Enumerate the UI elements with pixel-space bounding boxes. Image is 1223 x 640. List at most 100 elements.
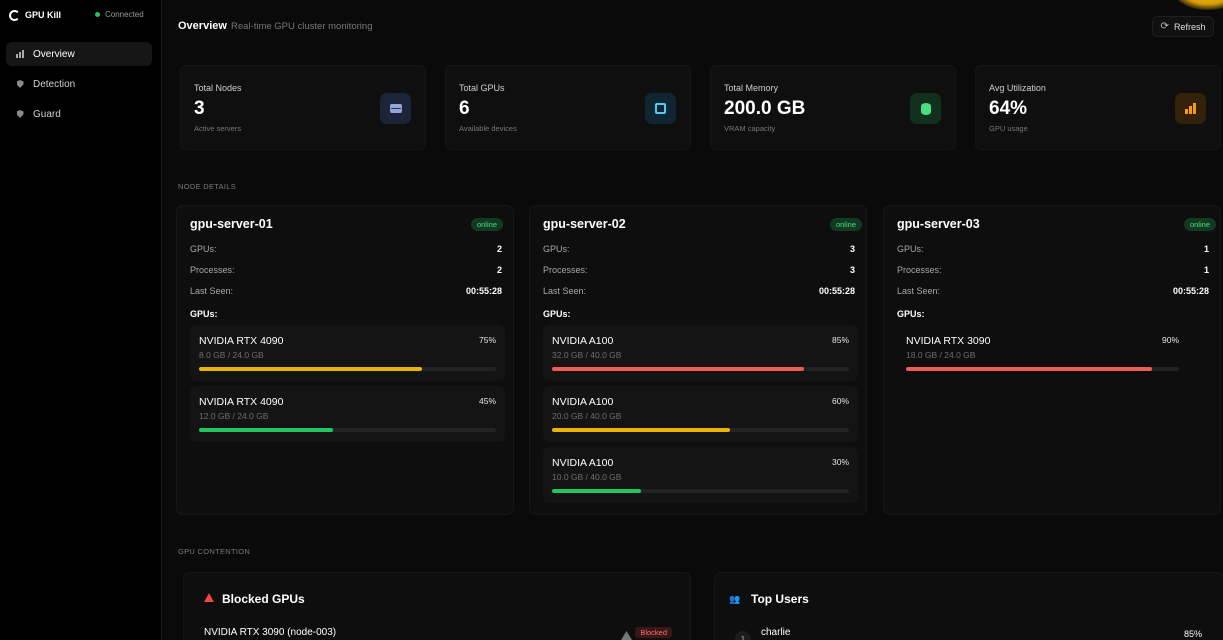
node-last-seen-row: Last Seen: 00:55:28 <box>543 286 855 298</box>
gpu-name: NVIDIA A100 <box>552 335 614 347</box>
utilization-bar-fill <box>552 428 731 432</box>
stat-label: Total Nodes <box>194 83 242 93</box>
block-icon <box>621 631 632 640</box>
gpus-heading: GPUs: <box>897 309 925 319</box>
stat-label: Avg Utilization <box>989 83 1046 93</box>
gpu-memory: 10.0 GB / 40.0 GB <box>552 472 622 482</box>
sidebar-item-label: Detection <box>33 78 76 90</box>
gpu-memory: 8.0 GB / 24.0 GB <box>199 350 264 360</box>
gpus-heading: GPUs: <box>543 309 571 319</box>
sidebar-nav: Overview Detection Guard <box>6 42 152 132</box>
top-users-panel: 👥 Top Users 1 charlie 85% <box>714 572 1223 640</box>
utilization-bar <box>552 367 849 371</box>
kv-label: Last Seen: <box>190 286 234 296</box>
gpus-heading: GPUs: <box>190 309 218 319</box>
kv-label: Processes: <box>190 265 235 275</box>
utilization-bar <box>199 367 496 371</box>
user-rank: 1 <box>735 631 751 640</box>
kv-value: 00:55:28 <box>818 286 855 296</box>
shield-icon <box>16 110 24 118</box>
status-badge: online <box>470 218 503 231</box>
utilization-bar-fill <box>552 367 805 371</box>
stat-value: 3 <box>194 98 205 119</box>
panel-title: Top Users <box>751 592 809 606</box>
users-icon: 👥 <box>729 594 741 604</box>
gpu-item[interactable]: NVIDIA A100 10.0 GB / 40.0 GB 30% <box>543 447 858 503</box>
status-badge: online <box>829 218 862 231</box>
node-processes-row: Processes: 3 <box>543 265 855 277</box>
node-gpus-row: GPUs: 1 <box>897 244 1209 256</box>
sidebar-item-guard[interactable]: Guard <box>6 102 152 126</box>
gpu-name: NVIDIA RTX 4090 <box>199 335 284 347</box>
gpu-item[interactable]: NVIDIA RTX 4090 12.0 GB / 24.0 GB 45% <box>190 386 505 442</box>
utilization-bar <box>199 428 496 432</box>
node-last-seen-row: Last Seen: 00:55:28 <box>897 286 1209 298</box>
kv-label: GPUs: <box>190 244 217 254</box>
kv-label: Processes: <box>897 265 942 275</box>
node-gpus-row: GPUs: 3 <box>543 244 855 256</box>
gpu-name: NVIDIA RTX 3090 <box>906 335 991 347</box>
gpu-memory: 18.0 GB / 24.0 GB <box>906 350 976 360</box>
sidebar-item-label: Overview <box>33 48 75 60</box>
kv-value: 3 <box>849 244 855 254</box>
stat-card-total-gpus: Total GPUs 6 Available devices <box>445 65 691 150</box>
kv-value: 2 <box>496 265 502 275</box>
kv-value: 3 <box>849 265 855 275</box>
sidebar-item-overview[interactable]: Overview <box>6 42 152 66</box>
gpu-utilization: 75% <box>478 335 496 345</box>
stat-subtext: VRAM capacity <box>724 124 776 133</box>
utilization-bar-fill <box>199 367 422 371</box>
app-name: GPU Kill <box>25 10 62 20</box>
gpu-item[interactable]: NVIDIA A100 20.0 GB / 40.0 GB 60% <box>543 386 858 442</box>
utilization-bar-fill <box>906 367 1152 371</box>
stat-subtext: GPU usage <box>989 124 1028 133</box>
blocked-badge[interactable]: Blocked <box>635 627 672 638</box>
gpu-utilization: 90% <box>1161 335 1179 345</box>
stat-label: Total GPUs <box>459 83 505 93</box>
status-dot-icon <box>95 12 100 17</box>
stat-card-avg-utilization: Avg Utilization 64% GPU usage <box>975 65 1221 150</box>
brand[interactable]: GPU Kill <box>9 9 61 21</box>
gpu-name: NVIDIA RTX 4090 <box>199 396 284 408</box>
gpu-kill-logo-icon <box>9 9 20 21</box>
shield-icon <box>16 80 24 88</box>
section-label-gpu-contention: GPU CONTENTION <box>178 547 251 556</box>
utilization-bar-fill <box>552 489 642 493</box>
node-name: gpu-server-03 <box>897 217 980 231</box>
refresh-button[interactable]: ⟳ Refresh <box>1152 16 1214 37</box>
gpu-utilization: 45% <box>478 396 496 406</box>
utilization-bar <box>906 367 1179 371</box>
sidebar-item-detection[interactable]: Detection <box>6 72 152 96</box>
user-share: 85% <box>1183 629 1202 639</box>
kv-value: 1 <box>1203 265 1209 275</box>
node-card-gpu-server-03: gpu-server-03 online GPUs: 1 Processes: 1 … <box>883 205 1221 515</box>
gpu-item[interactable]: NVIDIA RTX 4090 8.0 GB / 24.0 GB 75% <box>190 325 505 381</box>
user-name: charlie <box>761 627 791 638</box>
blocked-gpu-name: NVIDIA RTX 3090 (node-003) <box>204 627 337 638</box>
utilization-bar <box>552 489 849 493</box>
stat-label: Total Memory <box>724 83 779 93</box>
gpu-item[interactable]: NVIDIA A100 32.0 GB / 40.0 GB 85% <box>543 325 858 381</box>
gpu-memory: 12.0 GB / 24.0 GB <box>199 411 269 421</box>
gpu-utilization: 60% <box>831 396 849 406</box>
stat-value: 200.0 GB <box>724 98 806 119</box>
connection-status: Connected <box>95 10 144 19</box>
utilization-bar-fill <box>199 428 333 432</box>
section-label-node-details: NODE DETAILS <box>178 182 237 191</box>
panel-title: Blocked GPUs <box>222 592 305 606</box>
gpu-item[interactable]: NVIDIA RTX 3090 18.0 GB / 24.0 GB 90% <box>897 325 1188 381</box>
status-badge: online <box>1183 218 1216 231</box>
gpu-memory: 32.0 GB / 40.0 GB <box>552 350 622 360</box>
kv-label: GPUs: <box>897 244 924 254</box>
bar-chart-icon <box>1175 93 1206 124</box>
gpu-utilization: 85% <box>831 335 849 345</box>
kv-value: 00:55:28 <box>1172 286 1209 296</box>
database-icon <box>910 93 941 124</box>
stat-value: 64% <box>989 98 1028 119</box>
node-last-seen-row: Last Seen: 00:55:28 <box>190 286 502 298</box>
main-content: Overview Real-time GPU cluster monitorin… <box>163 0 1223 640</box>
stat-value: 6 <box>459 98 470 119</box>
chip-icon <box>645 93 676 124</box>
refresh-icon: ⟳ <box>1160 21 1169 32</box>
node-gpus-row: GPUs: 2 <box>190 244 502 256</box>
